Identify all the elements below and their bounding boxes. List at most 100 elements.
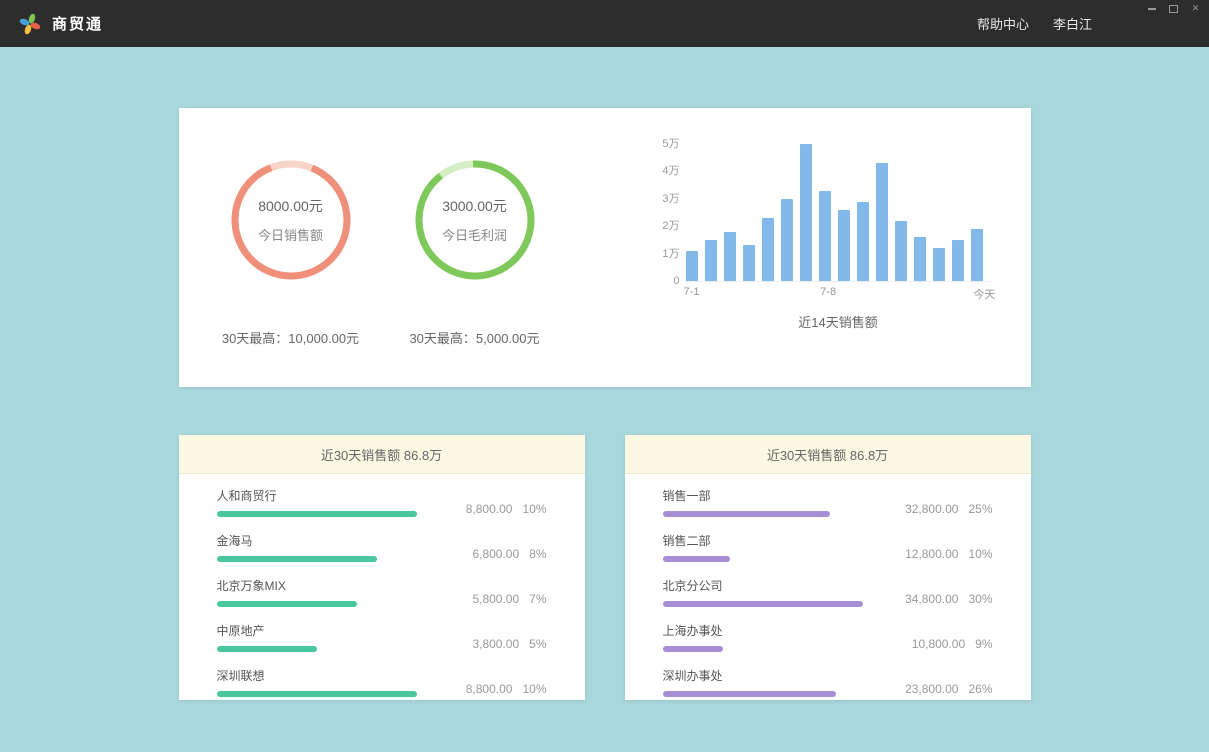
list-item: 销售二部12,800.0010% — [663, 532, 993, 562]
close-icon[interactable] — [1188, 2, 1203, 15]
sales-bar — [914, 237, 926, 281]
item-percent: 10% — [522, 502, 546, 516]
y-axis-tick: 1万 — [650, 248, 680, 260]
x-axis-tick: 7-1 — [684, 286, 700, 298]
today-sales-donut: 8000.00元 今日销售额 30天最高：10,000.00元 — [201, 158, 381, 387]
item-name: 人和商贸行 — [217, 487, 454, 504]
sales-bar — [895, 221, 907, 281]
item-percent: 8% — [529, 547, 546, 561]
today-profit-donut-ring: 3000.00元 今日毛利润 — [413, 158, 537, 282]
minimize-icon[interactable] — [1144, 2, 1159, 15]
item-progress-bar — [217, 601, 357, 607]
item-amount: 8,800.00 10% — [466, 502, 547, 517]
maximize-icon[interactable] — [1166, 2, 1181, 15]
item-percent: 5% — [529, 637, 546, 651]
sales-bar — [933, 248, 945, 281]
item-amount-value: 6,800.00 — [472, 547, 519, 561]
today-profit-value: 3000.00元 — [442, 196, 507, 216]
item-progress-bar — [217, 691, 417, 697]
app-title: 商贸通 — [52, 13, 103, 34]
today-sales-30d-max: 30天最高：10,000.00元 — [201, 328, 381, 347]
item-amount: 12,800.0010% — [905, 547, 992, 562]
sales-bar — [857, 202, 869, 281]
list-item: 深圳联想8,800.0010% — [217, 667, 547, 697]
sales-bar — [762, 218, 774, 281]
today-profit-donut: 3000.00元 今日毛利润 30天最高：5,000.00元 — [385, 158, 565, 387]
item-percent: 10% — [968, 547, 992, 561]
item-amount-value: 5,800.00 — [472, 592, 519, 606]
list-item: 北京分公司 34,800.0030% — [663, 577, 993, 607]
item-amount-value: 8,800.00 — [466, 682, 513, 696]
window-controls — [1144, 2, 1203, 15]
bar-chart-plot-area: 5万4万3万2万1万0 7-1 7-8 今天 — [650, 142, 991, 282]
x-axis-tick: 7-8 — [820, 286, 836, 298]
bar-chart-bars — [686, 144, 991, 282]
list-item: 金海马6,800.008% — [217, 532, 547, 562]
y-axis-tick: 2万 — [650, 220, 680, 232]
customer-sales-list: 人和商贸行8,800.0010%金海马6,800.008%北京万象MIX5,80… — [179, 474, 585, 697]
customer-sales-card-title: 近30天销售额 86.8万 — [179, 435, 585, 474]
app-logo-icon — [18, 12, 42, 36]
item-name: 销售一部 — [663, 487, 894, 504]
item-progress-bar — [217, 646, 317, 652]
item-amount: 32,800.00 25% — [905, 502, 992, 517]
list-item: 中原地产 3,800.00 5% — [217, 622, 547, 652]
item-amount-value: 8,800.00 — [466, 502, 513, 516]
y-axis-tick: 4万 — [650, 165, 680, 177]
item-progress-bar — [663, 601, 863, 607]
titlebar: 商贸通 帮助中心 李白江 — [0, 0, 1209, 47]
item-percent: 30% — [968, 592, 992, 606]
item-percent: 25% — [968, 502, 992, 516]
item-progress-bar — [663, 646, 723, 652]
customer-sales-card: 近30天销售额 86.8万 人和商贸行8,800.0010%金海马6,800.0… — [179, 435, 585, 700]
item-amount: 34,800.0030% — [905, 592, 992, 607]
item-progress-bar — [217, 556, 377, 562]
today-sales-donut-ring: 8000.00元 今日销售额 — [229, 158, 353, 282]
item-amount: 6,800.00 8% — [472, 547, 546, 562]
help-center-link[interactable]: 帮助中心 — [977, 14, 1029, 33]
item-name: 上海办事处 — [663, 622, 900, 639]
item-amount: 10,800.009% — [912, 637, 993, 652]
item-progress-bar — [663, 691, 836, 697]
list-item: 上海办事处 10,800.009% — [663, 622, 993, 652]
list-item: 人和商贸行 8,800.00 10% — [217, 487, 547, 517]
item-amount: 23,800.0026% — [905, 682, 992, 697]
sales-14d-bar-chart: 5万4万3万2万1万0 7-1 7-8 今天 近14天销售额 — [650, 108, 991, 387]
item-progress-bar — [217, 511, 417, 517]
sales-bar — [705, 240, 717, 281]
sales-bar — [838, 210, 850, 281]
x-axis-tick: 今天 — [973, 286, 995, 302]
overview-card: 8000.00元 今日销售额 30天最高：10,000.00元 3000.00元… — [179, 108, 1031, 387]
bar-chart-x-axis: 7-1 7-8 今天 — [686, 286, 991, 302]
item-name: 中原地产 — [217, 622, 461, 639]
item-amount: 5,800.007% — [472, 592, 546, 607]
sales-bar — [971, 229, 983, 281]
bar-chart-y-axis: 5万4万3万2万1万0 — [650, 142, 680, 282]
sales-bar — [800, 144, 812, 281]
item-amount: 8,800.00 10% — [466, 682, 547, 697]
department-sales-card-title: 近30天销售额 86.8万 — [625, 435, 1031, 474]
item-amount-value: 10,800.00 — [912, 637, 965, 651]
today-sales-label: 今日销售额 — [258, 225, 323, 244]
list-item: 销售一部 32,800.00 25% — [663, 487, 993, 517]
department-sales-list: 销售一部 32,800.00 25% 销售二部12,800.0010% 北京分公司 34,… — [625, 474, 1031, 697]
y-axis-tick: 5万 — [650, 138, 680, 150]
item-amount-value: 32,800.00 — [905, 502, 958, 516]
item-amount-value: 3,800.00 — [472, 637, 519, 651]
sales-bar — [686, 251, 698, 281]
item-progress-bar — [663, 511, 830, 517]
today-sales-donut-center: 8000.00元 今日销售额 — [229, 158, 353, 282]
item-name: 北京分公司 — [663, 577, 894, 594]
item-amount-value: 23,800.00 — [905, 682, 958, 696]
current-user-link[interactable]: 李白江 — [1053, 14, 1092, 33]
today-profit-30d-max: 30天最高：5,000.00元 — [385, 328, 565, 347]
sales-bar — [952, 240, 964, 281]
today-sales-value: 8000.00元 — [258, 196, 323, 216]
item-progress-bar — [663, 556, 730, 562]
list-item: 深圳办事处23,800.0026% — [663, 667, 993, 697]
sales-bar — [781, 199, 793, 281]
y-axis-tick: 0 — [650, 275, 680, 287]
sales-bar — [819, 191, 831, 281]
today-profit-donut-center: 3000.00元 今日毛利润 — [413, 158, 537, 282]
item-percent: 10% — [522, 682, 546, 696]
